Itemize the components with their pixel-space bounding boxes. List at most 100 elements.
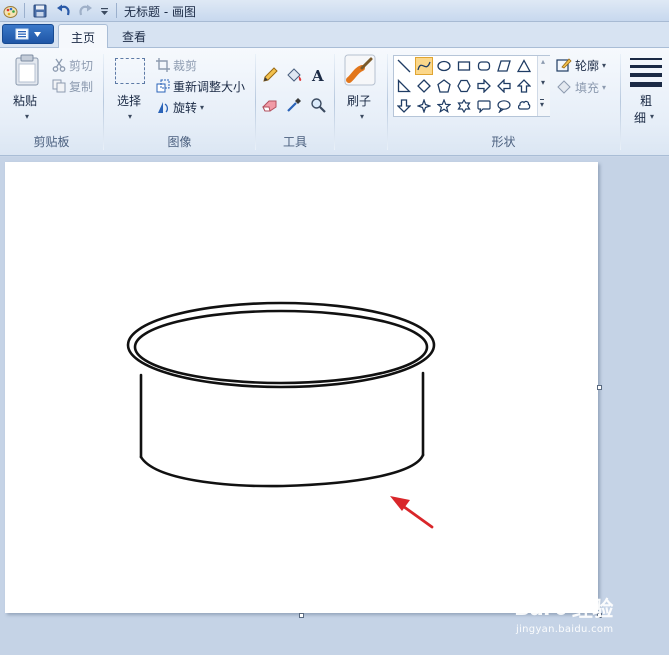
paint-menu-button[interactable] [2, 24, 54, 44]
shapes-group: ▴ ▾ ▾ 轮廓 ▾ 填充 ▾ 形状 [388, 48, 619, 154]
four-point-star-shape-icon[interactable] [415, 97, 433, 115]
rounded-rectangle-shape-icon[interactable] [475, 57, 493, 75]
drawing-canvas[interactable] [5, 162, 598, 613]
crop-button[interactable]: 裁剪 [156, 56, 197, 74]
down-arrow-shape-icon[interactable] [395, 97, 413, 115]
six-point-star-shape-icon[interactable] [455, 97, 473, 115]
pot-drawing [126, 301, 436, 529]
selection-icon [115, 58, 145, 84]
oval-shape-icon[interactable] [435, 57, 453, 75]
cloud-callout-shape-icon[interactable] [515, 97, 533, 115]
gallery-expand-icon[interactable]: ▾ [540, 99, 545, 109]
diamond-shape-icon[interactable] [415, 77, 433, 95]
line-size-icon [630, 58, 662, 87]
brushes-label: 刷子 [347, 94, 372, 108]
canvas-workspace: Bai 经验 jingyan.baidu.com [0, 157, 669, 655]
curve-shape-icon[interactable] [415, 57, 433, 75]
paste-button[interactable]: 粘贴 ▾ [8, 54, 48, 121]
tab-view[interactable]: 查看 [110, 24, 158, 48]
color-picker-icon[interactable] [284, 95, 304, 115]
undo-icon[interactable] [54, 3, 72, 19]
rotate-button[interactable]: 旋转 ▾ [156, 98, 204, 116]
five-point-star-shape-icon[interactable] [435, 97, 453, 115]
title-bar: 无标题 - 画图 [0, 0, 669, 22]
eraser-icon[interactable] [260, 95, 280, 115]
shapes-gallery-scrollbar[interactable]: ▴ ▾ ▾ [537, 56, 550, 116]
brushes-dropdown-arrow: ▾ [360, 112, 365, 121]
fill-label: 填充 [575, 80, 600, 95]
text-tool-icon[interactable]: A [308, 65, 328, 85]
ribbon-home-panel: 粘贴 ▾ 剪切 复制 剪贴板 选择 ▾ 裁剪 重新调整大小 旋转 ▾ 图像 A … [0, 48, 669, 156]
select-dropdown-arrow: ▾ [128, 112, 133, 121]
size-dropdown-arrow: ▾ [650, 112, 655, 121]
baidu-logo: Bai 经验 [514, 593, 613, 623]
brush-icon [344, 54, 376, 86]
pencil-icon[interactable] [260, 65, 280, 85]
group-separator [334, 54, 335, 150]
redo-icon[interactable] [76, 3, 94, 19]
customize-quick-access-icon[interactable] [98, 3, 110, 19]
pot-bottom-edge [139, 453, 425, 488]
cut-button[interactable]: 剪切 [52, 56, 93, 74]
rounded-callout-shape-icon[interactable] [475, 97, 493, 115]
brushes-group: 刷子 ▾ [336, 48, 386, 154]
hexagon-shape-icon[interactable] [455, 77, 473, 95]
window-title: 无标题 - 画图 [124, 5, 196, 19]
size-button[interactable]: 粗 细 ▾ [628, 54, 664, 126]
magnifier-icon[interactable] [308, 95, 328, 115]
fill-button[interactable]: 填充 ▾ [556, 78, 606, 96]
clipboard-icon [15, 54, 39, 86]
paw-icon [553, 600, 569, 615]
right-triangle-shape-icon[interactable] [395, 77, 413, 95]
canvas-resize-handle-right[interactable] [597, 385, 602, 390]
gallery-scroll-up-icon[interactable]: ▴ [541, 57, 545, 66]
image-group-label: 图像 [167, 135, 192, 149]
left-arrow-shape-icon[interactable] [495, 77, 513, 95]
paint-app-icon[interactable] [2, 3, 18, 19]
scissors-icon [52, 58, 66, 72]
save-icon[interactable] [31, 3, 49, 19]
pentagon-shape-icon[interactable] [435, 77, 453, 95]
up-arrow-shape-icon[interactable] [515, 77, 533, 95]
fill-dropdown-arrow: ▾ [602, 82, 607, 92]
annotation-arrow [390, 496, 434, 529]
paste-dropdown-arrow: ▾ [25, 112, 30, 121]
ribbon-tab-row: 主页 查看 [0, 22, 669, 49]
brushes-button[interactable]: 刷子 ▾ [342, 54, 382, 121]
pot-rim-outer [126, 301, 436, 389]
baidu-logo-text: Bai [514, 596, 550, 620]
outline-label: 轮廓 [575, 58, 600, 73]
fill-bucket-icon[interactable] [284, 65, 304, 85]
watermark-url: jingyan.baidu.com [516, 624, 614, 635]
image-group: 选择 ▾ 裁剪 重新调整大小 旋转 ▾ 图像 [104, 48, 255, 154]
right-arrow-shape-icon[interactable] [475, 77, 493, 95]
shapes-gallery: ▴ ▾ ▾ [393, 55, 550, 117]
select-label: 选择 [117, 94, 142, 108]
crop-label: 裁剪 [173, 58, 198, 73]
oval-callout-shape-icon[interactable] [495, 97, 513, 115]
rotate-label: 旋转 [173, 100, 198, 115]
jingyan-logo-text: 经验 [571, 597, 614, 621]
select-button[interactable]: 选择 ▾ [112, 58, 150, 122]
paste-label: 粘贴 [13, 94, 38, 108]
copy-button[interactable]: 复制 [52, 77, 93, 95]
gallery-scroll-down-icon[interactable]: ▾ [541, 78, 545, 87]
resize-button[interactable]: 重新调整大小 [156, 77, 245, 95]
line-shape-icon[interactable] [395, 57, 413, 75]
pot-rim-inner [133, 309, 429, 385]
outline-dropdown-arrow: ▾ [602, 60, 607, 70]
copy-label: 复制 [69, 79, 94, 94]
triangle-shape-icon[interactable] [515, 57, 533, 75]
clipboard-group: 粘贴 ▾ 剪切 复制 剪贴板 [0, 48, 103, 154]
polygon-shape-icon[interactable] [495, 57, 513, 75]
canvas-resize-handle-bottom[interactable] [299, 613, 304, 618]
tab-home[interactable]: 主页 [58, 24, 109, 49]
resize-icon [156, 79, 170, 93]
svg-text:A: A [311, 67, 324, 83]
size-label-thick: 粗 [640, 94, 653, 108]
resize-label: 重新调整大小 [173, 79, 246, 94]
rectangle-shape-icon[interactable] [455, 57, 473, 75]
outline-button[interactable]: 轮廓 ▾ [556, 56, 606, 74]
menu-document-icon [15, 28, 29, 40]
clipboard-group-label: 剪贴板 [33, 135, 70, 149]
